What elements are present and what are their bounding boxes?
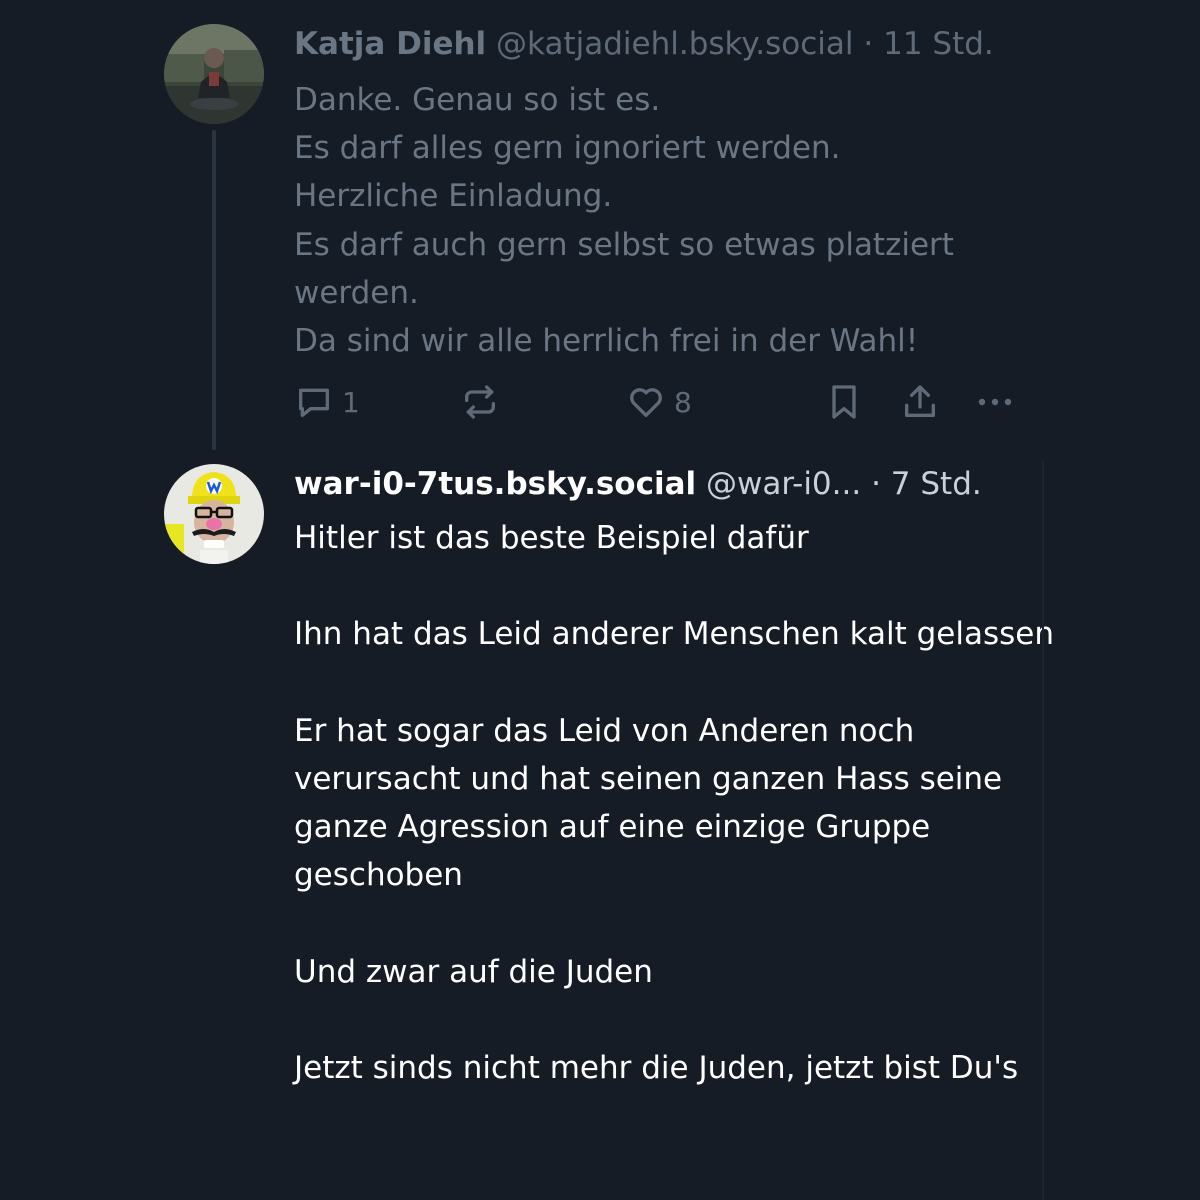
post-timestamp[interactable]: 7 Std. xyxy=(891,466,982,502)
author-name[interactable]: war-i0-7tus.bsky.social xyxy=(294,466,696,502)
divider xyxy=(1042,460,1044,1200)
post-text: Hitler ist das beste Beispiel dafür Ihn … xyxy=(294,520,1054,1087)
header-separator: · xyxy=(871,466,881,502)
post-header: war-i0-7tus.bsky.social @war-i0... · 7 S… xyxy=(294,464,982,504)
author-handle[interactable]: @war-i0... xyxy=(706,466,861,502)
thread-view: Katja Diehl @katjadiehl.bsky.social · 11… xyxy=(0,0,1200,1200)
avatar[interactable] xyxy=(164,464,264,564)
reply-post[interactable]: war-i0-7tus.bsky.social @war-i0... · 7 S… xyxy=(0,0,1200,1200)
